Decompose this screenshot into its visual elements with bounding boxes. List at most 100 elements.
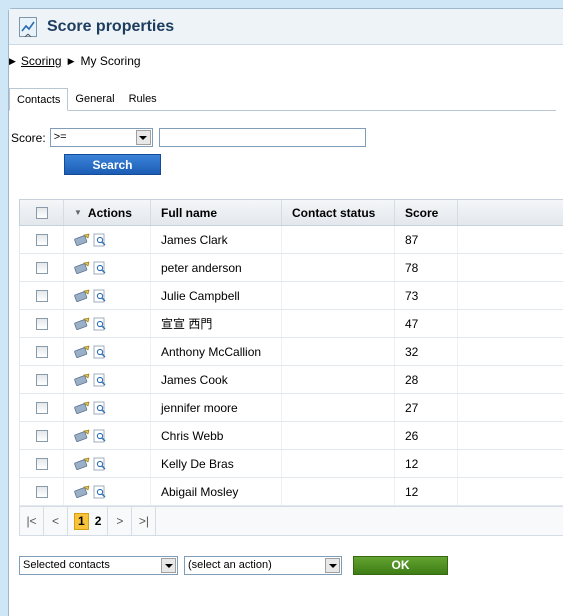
header-actions[interactable]: ▼ Actions [64,200,151,225]
chevron-down-icon[interactable] [325,558,340,573]
edit-icon[interactable] [74,373,90,387]
table-row: peter anderson 78 [19,254,563,282]
row-checkbox[interactable] [35,429,48,442]
page-current[interactable]: 1 [74,512,89,530]
row-checkbox[interactable] [35,233,48,246]
row-checkbox[interactable] [35,261,48,274]
contact-status-cell [282,394,395,421]
contact-status-cell [282,282,395,309]
row-checkbox[interactable] [35,317,48,330]
breadcrumb-current: My Scoring [80,54,141,68]
edit-icon[interactable] [74,233,90,247]
mass-action-bar: Selected contacts (select an action) OK [19,556,448,575]
header-contact-status[interactable]: Contact status [282,200,395,225]
score-value-input[interactable] [158,128,366,147]
view-icon[interactable] [93,317,107,331]
last-page-icon[interactable]: >| [132,506,157,536]
row-filler [458,226,563,253]
full-name-cell: peter anderson [151,254,282,281]
first-page-icon[interactable]: |< [20,506,44,536]
ok-button[interactable]: OK [353,556,448,575]
row-checkbox[interactable] [35,457,48,470]
action-select-value: (select an action) [188,559,272,571]
edit-icon[interactable] [74,289,90,303]
view-icon[interactable] [93,289,107,303]
action-select[interactable]: (select an action) [184,556,342,575]
edit-icon[interactable] [74,401,90,415]
contact-status-cell [282,338,395,365]
view-icon[interactable] [93,233,107,247]
header-score[interactable]: Score [395,200,458,225]
table-row: Julie Campbell 73 [19,282,563,310]
tab-general[interactable]: General [68,88,121,110]
chevron-down-icon[interactable] [161,558,176,573]
row-checkbox[interactable] [35,485,48,498]
row-actions [64,310,151,337]
view-icon[interactable] [93,261,107,275]
contact-status-cell [282,366,395,393]
view-icon[interactable] [93,345,107,359]
row-select-cell [20,450,64,477]
table-row: James Cook 28 [19,366,563,394]
view-icon[interactable] [93,429,107,443]
prev-page-icon[interactable]: < [44,506,68,536]
header-actions-label: Actions [87,205,132,220]
row-select-cell [20,282,64,309]
full-name-cell: jennifer moore [151,394,282,421]
score-properties-window: Score properties ▶ Scoring ▶ My Scoring … [8,8,563,616]
row-filler [458,394,563,421]
tab-strip: Contacts General Rules [9,81,556,111]
header-select-all [20,200,64,225]
row-filler [458,282,563,309]
row-select-cell [20,254,64,281]
row-filler [458,254,563,281]
edit-icon[interactable] [74,261,90,275]
table-row: Chris Webb 26 [19,422,563,450]
edit-icon[interactable] [74,317,90,331]
table-row: Anthony McCallion 32 [19,338,563,366]
row-select-cell [20,338,64,365]
title-bar: Score properties [9,9,563,45]
search-button[interactable]: Search [64,154,161,175]
row-filler [458,366,563,393]
table-row: jennifer moore 27 [19,394,563,422]
score-filter: Score: >= [11,128,366,147]
contact-status-cell [282,450,395,477]
row-checkbox[interactable] [35,373,48,386]
select-all-checkbox[interactable] [35,206,48,219]
page-next-number[interactable]: 2 [95,514,102,528]
edit-icon[interactable] [74,429,90,443]
header-full-name[interactable]: Full name [151,200,282,225]
score-operator-value: >= [53,131,67,143]
table-row: Abigail Mosley 12 [19,478,563,506]
grid-body: James Clark 87 peter anderson 78 Julie Campb… [19,226,563,506]
next-page-icon[interactable]: > [108,506,133,536]
view-icon[interactable] [93,401,107,415]
score-operator-select[interactable]: >= [49,128,153,147]
contact-scope-select[interactable]: Selected contacts [19,556,178,575]
view-icon[interactable] [93,457,107,471]
view-icon[interactable] [93,485,107,499]
score-cell: 32 [395,338,458,365]
row-checkbox[interactable] [35,401,48,414]
tab-rules[interactable]: Rules [122,88,164,110]
edit-icon[interactable] [74,457,90,471]
caret-down-icon: ▼ [74,208,82,217]
full-name-cell: 宣宣 西門 [151,310,282,337]
row-actions [64,422,151,449]
row-actions [64,366,151,393]
row-filler [458,310,563,337]
score-cell: 12 [395,450,458,477]
table-row: James Clark 87 [19,226,563,254]
tab-contacts[interactable]: Contacts [9,88,69,111]
row-select-cell [20,478,64,505]
edit-icon[interactable] [74,345,90,359]
view-icon[interactable] [93,373,107,387]
edit-icon[interactable] [74,485,90,499]
score-cell: 26 [395,422,458,449]
row-checkbox[interactable] [35,289,48,302]
contact-status-cell [282,422,395,449]
row-checkbox[interactable] [35,345,48,358]
chevron-down-icon[interactable] [135,130,151,145]
breadcrumb-link-scoring[interactable]: Scoring [21,54,62,68]
